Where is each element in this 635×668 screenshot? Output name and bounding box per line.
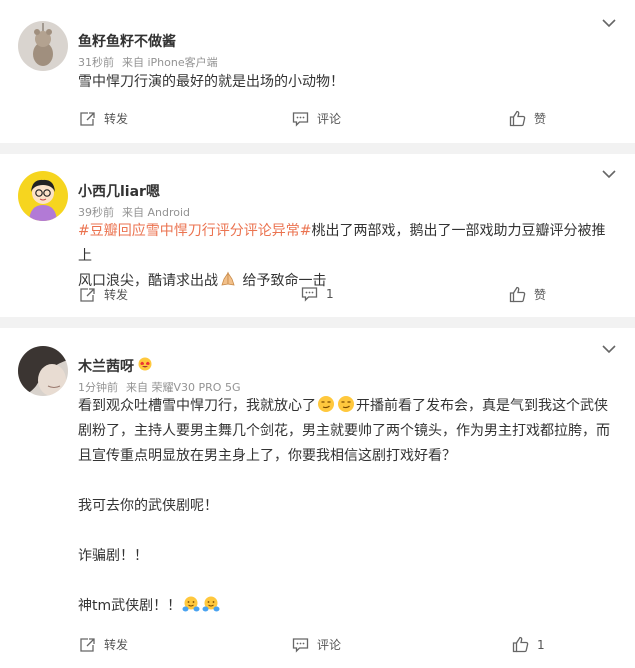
comment-paragraph: 诈骗剧！！ bbox=[78, 548, 148, 564]
client-source: 来自 iPhone客户端 bbox=[122, 56, 218, 69]
chevron-down-icon[interactable] bbox=[601, 18, 617, 28]
comment-icon bbox=[292, 637, 309, 653]
comment-text-part: 神tm武侠剧！！ bbox=[78, 598, 182, 614]
thumbs-up-icon bbox=[512, 636, 529, 653]
comment-label: 评论 bbox=[317, 638, 342, 652]
like-button[interactable]: 赞 bbox=[509, 286, 546, 303]
like-label: 赞 bbox=[534, 112, 547, 126]
thumbs-up-icon bbox=[509, 286, 526, 303]
chevron-down-icon[interactable] bbox=[601, 169, 617, 179]
comment-button[interactable]: 评论 bbox=[292, 110, 341, 127]
comment-paragraph: 看到观众吐槽雪中悍刀行，我就放心了 开播前看了发布会，真是气到我这个武侠 剧粉了，… bbox=[78, 394, 618, 469]
comment-button[interactable]: 1 bbox=[301, 286, 334, 302]
comment-icon bbox=[292, 111, 309, 127]
comment-meta: 31秒前 来自 iPhone客户端 bbox=[78, 54, 218, 70]
username[interactable]: 木兰茜呀 bbox=[78, 356, 134, 376]
repost-label: 转发 bbox=[104, 288, 129, 302]
comment-meta: 1分钟前 来自 荣耀V30 PRO 5G bbox=[78, 379, 240, 395]
timestamp: 39秒前 bbox=[78, 206, 114, 219]
avatar[interactable] bbox=[18, 21, 68, 71]
comment-card: 鱼籽鱼籽不做酱 31秒前 来自 iPhone客户端 雪中悍刀行演的最好的就是出场的… bbox=[0, 0, 635, 143]
comment-paragraph: 神tm武侠剧！！ bbox=[78, 594, 618, 619]
comment-button[interactable]: 评论 bbox=[292, 636, 341, 653]
repost-label: 转发 bbox=[104, 638, 129, 652]
comment-icon bbox=[301, 287, 318, 302]
repost-icon bbox=[80, 637, 95, 652]
comment-paragraph: 我可去你的武侠剧呢！ bbox=[78, 498, 218, 514]
repost-icon bbox=[80, 287, 95, 302]
comment-text-part: 开播前看了发布会，真是气到我这个武侠 bbox=[356, 398, 608, 414]
comment-text: 看到观众吐槽雪中悍刀行，我就放心了 开播前看了发布会，真是气到我这个武侠 剧粉了，… bbox=[78, 394, 618, 619]
client-source: 来自 荣耀V30 PRO 5G bbox=[126, 381, 241, 394]
comment-text: #豆瓣回应雪中悍刀行评分评论异常#桃出了两部戏，鹅出了一部戏助力豆瓣评分被推上 … bbox=[78, 219, 618, 294]
comment-label: 评论 bbox=[317, 112, 342, 126]
comment-text-part: 且宣传重点明显放在男主身上了，你要我相信这剧打戏好看？ bbox=[78, 448, 456, 464]
smirk-emoji-icon bbox=[338, 396, 354, 412]
chevron-down-icon[interactable] bbox=[601, 344, 617, 354]
username[interactable]: 鱼籽鱼籽不做酱 bbox=[78, 31, 176, 51]
like-button[interactable]: 赞 bbox=[509, 110, 546, 127]
like-button[interactable]: 1 bbox=[512, 636, 545, 653]
repost-button[interactable]: 转发 bbox=[79, 636, 128, 653]
like-label: 赞 bbox=[534, 288, 547, 302]
thumbs-up-icon bbox=[509, 110, 526, 127]
comment-card: 小西几liar嗯 39秒前 来自 Android #豆瓣回应雪中悍刀行评分评论异常… bbox=[0, 154, 635, 317]
avatar[interactable] bbox=[18, 346, 68, 396]
comment-card: 木兰茜呀 1分钟前 来自 荣耀V30 PRO 5G 看到观众吐槽雪中悍刀行，我就放… bbox=[0, 328, 635, 668]
avatar[interactable] bbox=[18, 171, 68, 221]
repost-icon bbox=[80, 111, 95, 126]
hashtag-link[interactable]: #豆瓣回应雪中悍刀行评分评论异常# bbox=[78, 223, 311, 239]
repost-label: 转发 bbox=[104, 112, 129, 126]
username[interactable]: 小西几liar嗯 bbox=[78, 181, 160, 201]
heart-eyes-emoji-icon bbox=[138, 357, 152, 371]
comment-count: 1 bbox=[326, 287, 334, 301]
comment-text: 雪中悍刀行演的最好的就是出场的小动物！ bbox=[78, 74, 344, 90]
repost-button[interactable]: 转发 bbox=[79, 110, 128, 127]
repost-button[interactable]: 转发 bbox=[79, 286, 128, 303]
smirk-emoji-icon bbox=[318, 396, 334, 412]
timestamp: 1分钟前 bbox=[78, 381, 118, 394]
like-count: 1 bbox=[537, 637, 545, 652]
hug-emoji-icon bbox=[202, 596, 220, 612]
comment-text-part: 看到观众吐槽雪中悍刀行，我就放心了 bbox=[78, 398, 316, 414]
timestamp: 31秒前 bbox=[78, 56, 114, 69]
comment-meta: 39秒前 来自 Android bbox=[78, 204, 190, 220]
client-source: 来自 Android bbox=[122, 206, 191, 219]
pray-emoji-icon bbox=[221, 271, 235, 286]
comment-text-part: 剧粉了，主持人要男主舞几个剑花，男主就要帅了两个镜头，作为男主打戏都拉胯，而 bbox=[78, 423, 610, 439]
hug-emoji-icon bbox=[182, 596, 200, 612]
